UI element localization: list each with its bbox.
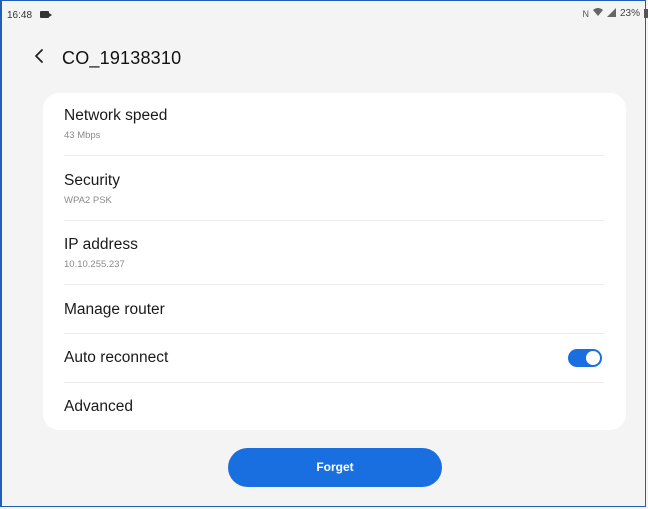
security-value: WPA2 PSK [64, 195, 112, 206]
network-speed-label: Network speed [64, 107, 168, 124]
auto-reconnect-label: Auto reconnect [64, 349, 169, 366]
network-details-card: Network speed 43 Mbps Security WPA2 PSK … [43, 93, 626, 430]
network-speed-value: 43 Mbps [64, 130, 101, 141]
battery-icon [644, 9, 648, 18]
nfc-icon: N [582, 8, 589, 19]
divider [64, 284, 604, 285]
divider [64, 155, 604, 156]
divider [64, 382, 604, 383]
toggle-knob [586, 351, 600, 365]
advanced-item[interactable]: Advanced [64, 398, 604, 416]
ip-address-value: 10.10.255.237 [64, 259, 125, 270]
divider [64, 333, 604, 334]
network-speed-item[interactable]: Network speed 43 Mbps [64, 107, 604, 141]
signal-icon [606, 8, 616, 19]
security-item[interactable]: Security WPA2 PSK [64, 172, 604, 206]
auto-reconnect-toggle[interactable] [568, 349, 602, 367]
ip-address-item[interactable]: IP address 10.10.255.237 [64, 236, 604, 270]
battery-percent: 23% [619, 8, 640, 19]
back-button[interactable] [30, 44, 50, 68]
manage-router-item[interactable]: Manage router [64, 301, 604, 319]
manage-router-label: Manage router [64, 301, 165, 318]
wifi-icon [592, 8, 603, 19]
video-recording-icon [40, 11, 52, 18]
status-bar: 16:48 N 23% [0, 0, 648, 28]
status-time: 16:48 [7, 10, 33, 21]
advanced-label: Advanced [64, 398, 133, 415]
auto-reconnect-item[interactable]: Auto reconnect [64, 349, 604, 367]
ip-address-label: IP address [64, 236, 138, 253]
chevron-left-icon [35, 49, 43, 63]
status-icons: N 23% [582, 8, 648, 19]
page-title: CO_19138310 [62, 48, 182, 68]
forget-button[interactable]: Forget [228, 448, 442, 487]
security-label: Security [64, 172, 120, 189]
header: CO_19138310 [0, 40, 648, 76]
divider [64, 220, 604, 221]
